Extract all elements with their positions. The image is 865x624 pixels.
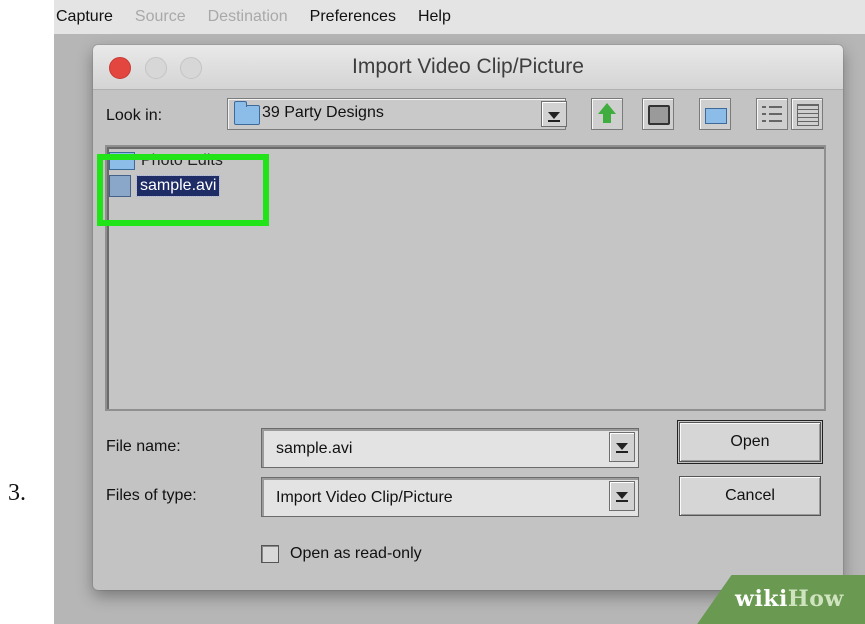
desktop-button[interactable] <box>642 98 674 130</box>
menu-source[interactable]: Source <box>124 8 197 26</box>
new-folder-icon <box>705 108 727 124</box>
look-in-label: Look in: <box>106 107 163 124</box>
files-of-type-dropdown-arrow[interactable] <box>609 481 635 511</box>
cancel-button[interactable]: Cancel <box>679 476 821 516</box>
import-dialog: Import Video Clip/Picture Look in: 39 Pa… <box>93 45 843 590</box>
list-item-label: Photo Edits <box>141 152 223 169</box>
up-folder-button[interactable] <box>591 98 623 130</box>
file-name-label: File name: <box>106 438 181 455</box>
watermark-text-wiki: wiki <box>735 586 788 612</box>
file-list[interactable]: Photo Edits sample.avi <box>97 145 826 411</box>
step-number: 3. <box>8 480 26 506</box>
list-item-label: sample.avi <box>135 175 221 197</box>
look-in-value: 39 Party Designs <box>262 104 384 121</box>
file-name-value: sample.avi <box>276 440 353 457</box>
desktop-icon <box>648 105 670 125</box>
look-in-dropdown[interactable]: 39 Party Designs <box>227 98 566 130</box>
dialog-titlebar[interactable]: Import Video Clip/Picture <box>93 45 843 90</box>
menu-destination[interactable]: Destination <box>197 8 299 26</box>
folder-icon <box>234 101 260 125</box>
list-item[interactable]: sample.avi <box>109 174 221 198</box>
watermark-logo: wikiHow <box>735 586 844 612</box>
list-item[interactable]: Photo Edits <box>109 149 223 173</box>
list-view-button[interactable] <box>756 98 788 130</box>
files-of-type-dropdown[interactable]: Import Video Clip/Picture <box>261 477 639 517</box>
menu-preferences[interactable]: Preferences <box>299 8 407 26</box>
details-view-icon <box>797 104 819 126</box>
watermark-text-how: How <box>787 586 844 612</box>
up-arrow-icon <box>598 103 616 123</box>
screenshot-area: Capture Source Destination Preferences H… <box>54 0 865 624</box>
file-name-input[interactable]: sample.avi <box>261 428 639 468</box>
file-name-dropdown-arrow[interactable] <box>609 432 635 462</box>
look-in-dropdown-arrow[interactable] <box>541 101 567 127</box>
new-folder-button[interactable] <box>699 98 731 130</box>
read-only-checkbox[interactable] <box>261 545 279 563</box>
list-view-icon <box>762 104 782 124</box>
menu-capture[interactable]: Capture <box>54 8 124 26</box>
dialog-title: Import Video Clip/Picture <box>352 55 584 78</box>
folder-icon <box>109 152 135 170</box>
details-view-button[interactable] <box>791 98 823 130</box>
open-button[interactable]: Open <box>677 420 823 464</box>
video-file-icon <box>109 175 131 197</box>
files-of-type-value: Import Video Clip/Picture <box>276 489 453 506</box>
menu-help[interactable]: Help <box>407 8 462 26</box>
read-only-label: Open as read-only <box>290 545 422 562</box>
files-of-type-label: Files of type: <box>106 487 197 504</box>
menu-bar: Capture Source Destination Preferences H… <box>54 0 865 34</box>
